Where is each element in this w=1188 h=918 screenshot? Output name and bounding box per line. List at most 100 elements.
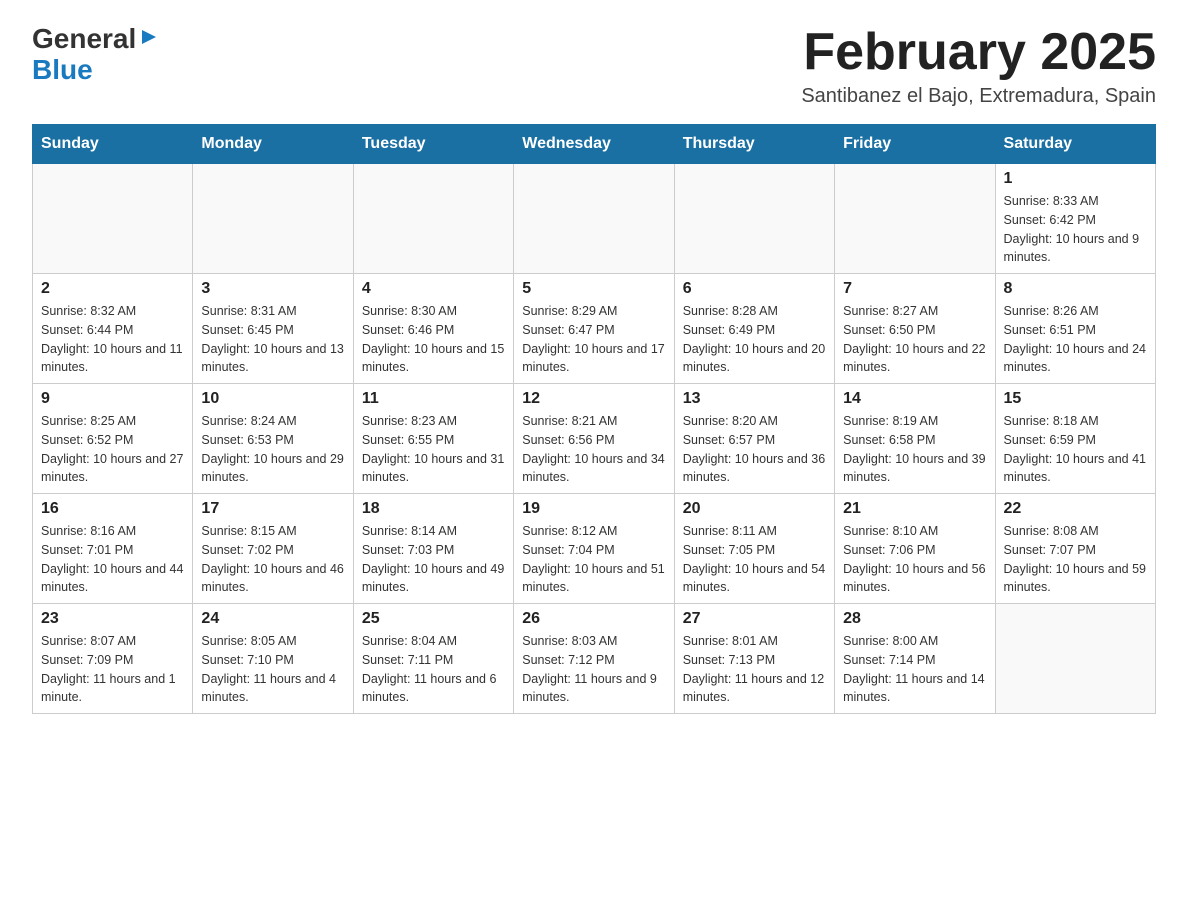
day-number: 12 [522,390,665,408]
day-info: Sunrise: 8:04 AM Sunset: 7:11 PM Dayligh… [362,632,505,707]
calendar-cell [835,164,995,274]
day-info: Sunrise: 8:18 AM Sunset: 6:59 PM Dayligh… [1004,412,1147,487]
calendar-cell: 17 Sunrise: 8:15 AM Sunset: 7:02 PM Dayli… [193,494,353,604]
calendar-table: SundayMondayTuesdayWednesdayThursdayFrid… [32,124,1156,714]
calendar-cell: 26 Sunrise: 8:03 AM Sunset: 7:12 PM Dayli… [514,604,674,714]
day-info: Sunrise: 8:10 AM Sunset: 7:06 PM Dayligh… [843,522,986,597]
calendar-cell: 21Sunrise: 8:10 AM Sunset: 7:06 PM Dayli… [835,494,995,604]
day-number: 1 [1004,170,1147,188]
calendar-cell: 22 Sunrise: 8:08 AM Sunset: 7:07 PM Dayli… [995,494,1155,604]
day-number: 17 [201,500,344,518]
day-info: Sunrise: 8:26 AM Sunset: 6:51 PM Dayligh… [1004,302,1147,377]
calendar-cell: 23 Sunrise: 8:07 AM Sunset: 7:09 PM Dayli… [33,604,193,714]
day-info: Sunrise: 8:29 AM Sunset: 6:47 PM Dayligh… [522,302,665,377]
calendar-cell: 14 Sunrise: 8:19 AM Sunset: 6:58 PM Dayli… [835,384,995,494]
day-info: Sunrise: 8:05 AM Sunset: 7:10 PM Dayligh… [201,632,344,707]
calendar-cell: 12 Sunrise: 8:21 AM Sunset: 6:56 PM Dayli… [514,384,674,494]
day-info: Sunrise: 8:24 AM Sunset: 6:53 PM Dayligh… [201,412,344,487]
weekday-header-thursday: Thursday [674,125,834,164]
logo-blue-text: Blue [32,55,93,86]
calendar-week-row: 16 Sunrise: 8:16 AM Sunset: 7:01 PM Dayli… [33,494,1156,604]
day-info: Sunrise: 8:00 AM Sunset: 7:14 PM Dayligh… [843,632,986,707]
day-number: 9 [41,390,184,408]
calendar-cell: 11 Sunrise: 8:23 AM Sunset: 6:55 PM Dayli… [353,384,513,494]
calendar-cell: 9 Sunrise: 8:25 AM Sunset: 6:52 PM Daylig… [33,384,193,494]
calendar-cell: 1 Sunrise: 8:33 AM Sunset: 6:42 PM Daylig… [995,164,1155,274]
calendar-cell: 27 Sunrise: 8:01 AM Sunset: 7:13 PM Dayli… [674,604,834,714]
page-header: General Blue February 2025 Santibanez el… [32,24,1156,108]
calendar-cell: 15 Sunrise: 8:18 AM Sunset: 6:59 PM Dayli… [995,384,1155,494]
calendar-week-row: 2 Sunrise: 8:32 AM Sunset: 6:44 PM Daylig… [33,274,1156,384]
day-number: 23 [41,610,184,628]
day-number: 14 [843,390,986,408]
weekday-header-row: SundayMondayTuesdayWednesdayThursdayFrid… [33,125,1156,164]
day-info: Sunrise: 8:28 AM Sunset: 6:49 PM Dayligh… [683,302,826,377]
day-info: Sunrise: 8:23 AM Sunset: 6:55 PM Dayligh… [362,412,505,487]
weekday-header-sunday: Sunday [33,125,193,164]
day-number: 16 [41,500,184,518]
day-number: 2 [41,280,184,298]
calendar-cell: 13 Sunrise: 8:20 AM Sunset: 6:57 PM Dayli… [674,384,834,494]
day-info: Sunrise: 8:15 AM Sunset: 7:02 PM Dayligh… [201,522,344,597]
day-number: 25 [362,610,505,628]
day-info: Sunrise: 8:01 AM Sunset: 7:13 PM Dayligh… [683,632,826,707]
day-info: Sunrise: 8:08 AM Sunset: 7:07 PM Dayligh… [1004,522,1147,597]
calendar-cell [674,164,834,274]
calendar-cell: 7 Sunrise: 8:27 AM Sunset: 6:50 PM Daylig… [835,274,995,384]
day-number: 3 [201,280,344,298]
day-number: 10 [201,390,344,408]
calendar-cell: 2 Sunrise: 8:32 AM Sunset: 6:44 PM Daylig… [33,274,193,384]
logo-arrow-icon [138,26,160,48]
calendar-cell: 4 Sunrise: 8:30 AM Sunset: 6:46 PM Daylig… [353,274,513,384]
calendar-cell: 5 Sunrise: 8:29 AM Sunset: 6:47 PM Daylig… [514,274,674,384]
calendar-week-row: 1 Sunrise: 8:33 AM Sunset: 6:42 PM Daylig… [33,164,1156,274]
calendar-cell: 24 Sunrise: 8:05 AM Sunset: 7:10 PM Dayli… [193,604,353,714]
day-number: 5 [522,280,665,298]
calendar-cell: 10 Sunrise: 8:24 AM Sunset: 6:53 PM Dayli… [193,384,353,494]
day-info: Sunrise: 8:07 AM Sunset: 7:09 PM Dayligh… [41,632,184,707]
day-info: Sunrise: 8:33 AM Sunset: 6:42 PM Dayligh… [1004,192,1147,267]
day-number: 7 [843,280,986,298]
calendar-week-row: 23 Sunrise: 8:07 AM Sunset: 7:09 PM Dayli… [33,604,1156,714]
calendar-cell [995,604,1155,714]
day-number: 20 [683,500,826,518]
calendar-cell: 28 Sunrise: 8:00 AM Sunset: 7:14 PM Dayli… [835,604,995,714]
weekday-header-saturday: Saturday [995,125,1155,164]
calendar-week-row: 9 Sunrise: 8:25 AM Sunset: 6:52 PM Daylig… [33,384,1156,494]
day-info: Sunrise: 8:27 AM Sunset: 6:50 PM Dayligh… [843,302,986,377]
day-number: 15 [1004,390,1147,408]
day-number: 24 [201,610,344,628]
calendar-cell [33,164,193,274]
day-number: 8 [1004,280,1147,298]
day-info: Sunrise: 8:25 AM Sunset: 6:52 PM Dayligh… [41,412,184,487]
day-number: 28 [843,610,986,628]
logo-general-text: General [32,24,136,55]
logo: General Blue [32,24,160,86]
calendar-cell: 18Sunrise: 8:14 AM Sunset: 7:03 PM Dayli… [353,494,513,604]
day-info: Sunrise: 8:03 AM Sunset: 7:12 PM Dayligh… [522,632,665,707]
calendar-cell: 8 Sunrise: 8:26 AM Sunset: 6:51 PM Daylig… [995,274,1155,384]
weekday-header-monday: Monday [193,125,353,164]
day-info: Sunrise: 8:20 AM Sunset: 6:57 PM Dayligh… [683,412,826,487]
day-info: Sunrise: 8:16 AM Sunset: 7:01 PM Dayligh… [41,522,184,597]
day-info: Sunrise: 8:14 AM Sunset: 7:03 PM Dayligh… [362,522,505,597]
day-info: Sunrise: 8:19 AM Sunset: 6:58 PM Dayligh… [843,412,986,487]
calendar-cell: 19Sunrise: 8:12 AM Sunset: 7:04 PM Dayli… [514,494,674,604]
day-number: 27 [683,610,826,628]
day-number: 11 [362,390,505,408]
day-info: Sunrise: 8:21 AM Sunset: 6:56 PM Dayligh… [522,412,665,487]
day-info: Sunrise: 8:32 AM Sunset: 6:44 PM Dayligh… [41,302,184,377]
day-number: 26 [522,610,665,628]
day-info: Sunrise: 8:11 AM Sunset: 7:05 PM Dayligh… [683,522,826,597]
calendar-cell: 16 Sunrise: 8:16 AM Sunset: 7:01 PM Dayli… [33,494,193,604]
calendar-cell: 3 Sunrise: 8:31 AM Sunset: 6:45 PM Daylig… [193,274,353,384]
weekday-header-tuesday: Tuesday [353,125,513,164]
day-number: 22 [1004,500,1147,518]
day-number: 4 [362,280,505,298]
day-info: Sunrise: 8:30 AM Sunset: 6:46 PM Dayligh… [362,302,505,377]
calendar-cell [514,164,674,274]
calendar-cell [193,164,353,274]
day-info: Sunrise: 8:31 AM Sunset: 6:45 PM Dayligh… [201,302,344,377]
calendar-cell: 25 Sunrise: 8:04 AM Sunset: 7:11 PM Dayli… [353,604,513,714]
day-number: 13 [683,390,826,408]
